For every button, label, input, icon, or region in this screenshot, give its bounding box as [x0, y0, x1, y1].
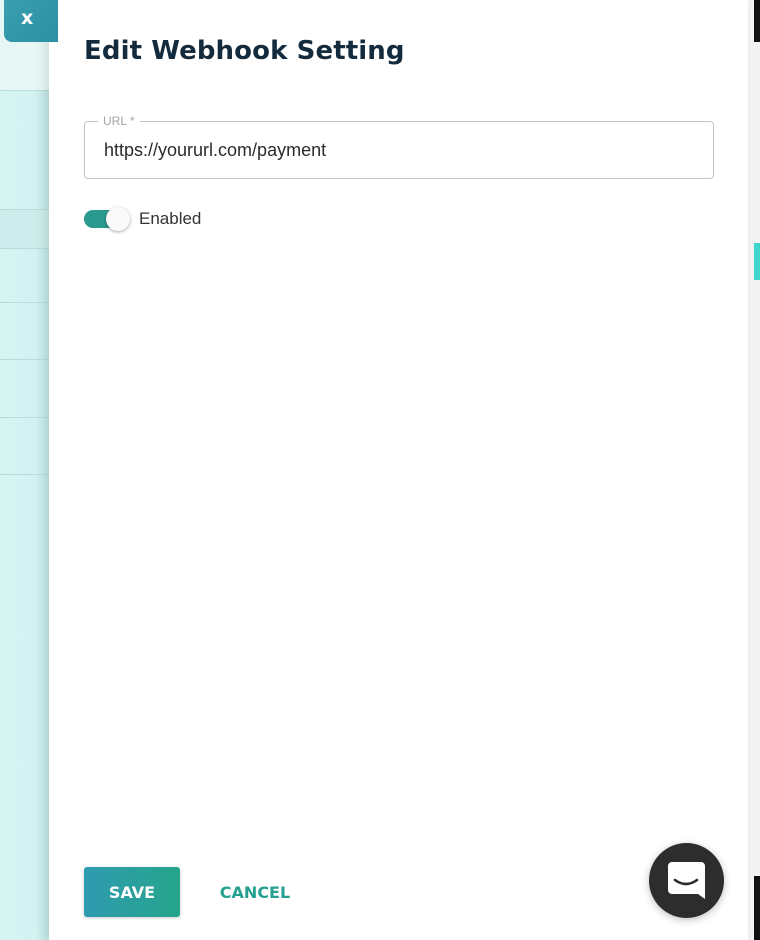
edit-webhook-drawer: Edit Webhook Setting URL * Enabled SAVE … — [49, 0, 748, 940]
background-dark-block — [754, 876, 760, 940]
background-accent-block — [754, 243, 760, 280]
url-field[interactable]: URL * — [84, 114, 714, 179]
chat-launcher-button[interactable] — [649, 843, 724, 918]
toggle-thumb — [106, 207, 130, 231]
background-row-shade — [0, 210, 50, 248]
background-row-divider — [0, 359, 50, 360]
background-row-divider — [0, 90, 50, 91]
chat-icon — [668, 862, 705, 899]
background-page-left — [0, 0, 50, 940]
cancel-button[interactable]: CANCEL — [207, 867, 303, 917]
url-input[interactable] — [85, 122, 713, 178]
background-row-divider — [0, 302, 50, 303]
enabled-toggle-label: Enabled — [139, 209, 202, 228]
background-page-right — [748, 0, 760, 940]
background-row-divider — [0, 474, 50, 475]
background-row-divider — [0, 248, 50, 249]
background-row-divider — [0, 417, 50, 418]
drawer-title: Edit Webhook Setting — [84, 36, 405, 66]
enabled-toggle[interactable] — [84, 207, 130, 231]
background-dark-block — [754, 0, 760, 42]
close-icon: x — [21, 7, 34, 29]
close-drawer-button[interactable]: x — [4, 0, 58, 42]
save-button[interactable]: SAVE — [84, 867, 180, 917]
